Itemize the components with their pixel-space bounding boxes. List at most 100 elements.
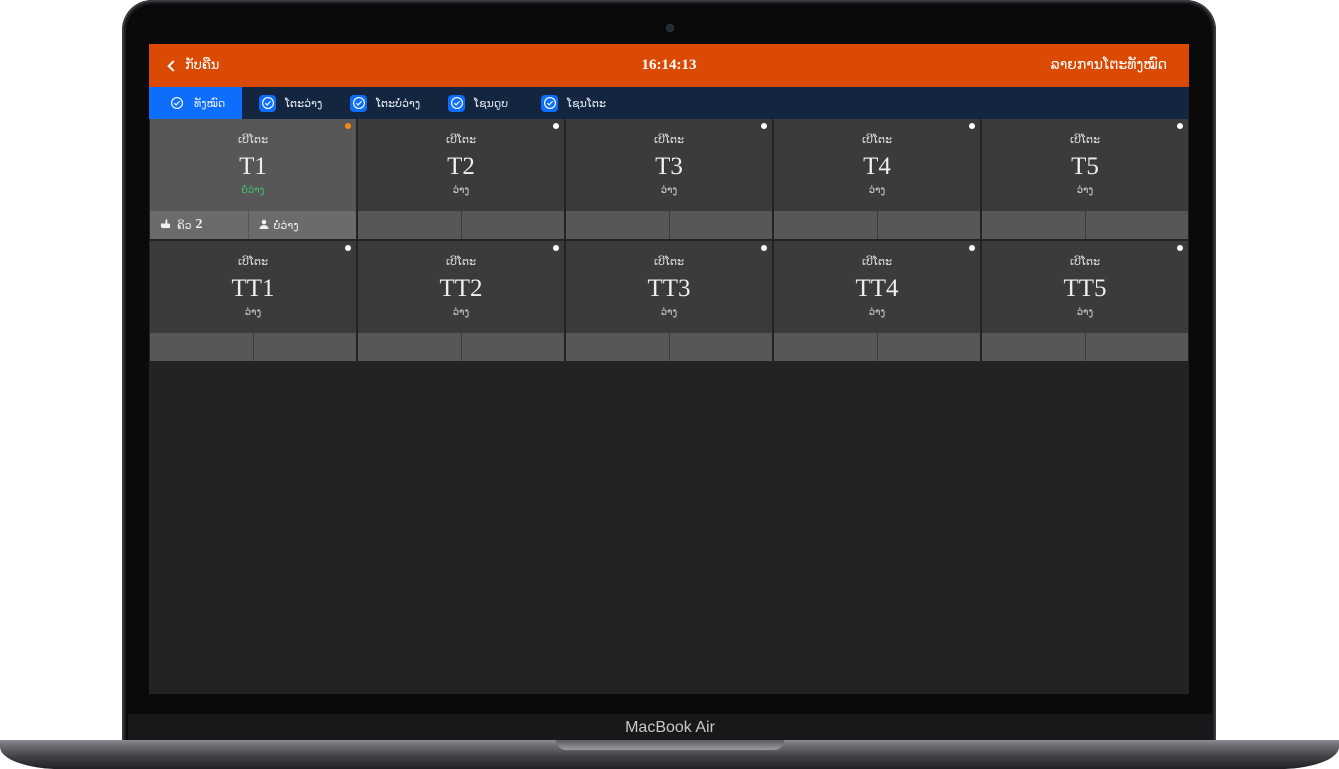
footer-cell[interactable]	[877, 211, 980, 239]
check-circle-icon	[448, 94, 465, 112]
status-dot	[761, 245, 767, 251]
table-number: T1	[239, 153, 267, 180]
check-circle-icon	[259, 94, 276, 112]
status-dot	[969, 123, 975, 129]
status-dot	[761, 123, 767, 129]
table-number: T5	[1071, 153, 1099, 180]
table-number: T4	[863, 153, 891, 180]
footer-cell[interactable]	[982, 211, 1086, 239]
page-title: ລາຍການໂຕະທັງໝົດ	[1050, 57, 1167, 73]
laptop-hinge-notch	[556, 740, 784, 750]
table-label: ເບີໂຕະ	[445, 255, 477, 268]
table-number: TT5	[1063, 275, 1107, 302]
status-dot	[345, 245, 351, 251]
table-card-t2[interactable]: ເບີໂຕະ T2 ວ່າງ	[358, 119, 564, 239]
table-label: ເບີໂຕະ	[861, 255, 893, 268]
footer-cell[interactable]	[877, 333, 980, 361]
table-card-tt2[interactable]: ເບີໂຕະ TT2 ວ່າງ	[358, 241, 564, 361]
queue-count: 2	[195, 217, 203, 232]
footer-cell[interactable]	[1085, 333, 1188, 361]
table-card-t5[interactable]: ເບີໂຕະ T5 ວ່າງ	[982, 119, 1188, 239]
table-card-t3[interactable]: ເບີໂຕະ T3 ວ່າງ	[566, 119, 772, 239]
footer-cell[interactable]	[253, 333, 356, 361]
table-card-tt3[interactable]: ເບີໂຕະ TT3 ວ່າງ	[566, 241, 772, 361]
table-footer	[150, 333, 356, 361]
table-status: ວ່າງ	[660, 307, 678, 318]
table-footer	[774, 333, 980, 361]
table-label: ເບີໂຕະ	[861, 133, 893, 146]
app-screen: ກັບຄືນ 16:14:13 ລາຍການໂຕະທັງໝົດ ທັງໝົດ ໂ…	[149, 44, 1189, 694]
status-dot	[1177, 123, 1183, 129]
table-label: ເບີໂຕະ	[653, 255, 685, 268]
table-footer	[566, 333, 772, 361]
tab-label: ໂຊນດູບ	[474, 96, 509, 110]
tab-available[interactable]: ໂຕະວ່າງ	[259, 87, 322, 119]
table-label: ເບີໂຕະ	[237, 133, 269, 146]
clock: 16:14:13	[641, 57, 697, 73]
table-footer	[774, 211, 980, 239]
table-label: ເບີໂຕະ	[1069, 133, 1101, 146]
laptop-frame: ກັບຄືນ 16:14:13 ລາຍການໂຕະທັງໝົດ ທັງໝົດ ໂ…	[0, 0, 1339, 769]
footer-cell[interactable]	[982, 333, 1086, 361]
footer-cell[interactable]	[461, 211, 564, 239]
header-bar: ກັບຄືນ 16:14:13 ລາຍການໂຕະທັງໝົດ	[149, 44, 1189, 87]
footer-cell[interactable]	[774, 211, 878, 239]
queue-button[interactable]: ຄິວ 2	[150, 211, 249, 239]
table-number: TT1	[231, 275, 275, 302]
table-footer	[358, 333, 564, 361]
status-dot	[345, 123, 351, 129]
table-card-t1[interactable]: ເບີໂຕະ T1 ບໍ່ວ່າງ ຄິວ 2 ບໍ່ວ່າງ	[150, 119, 356, 239]
table-label: ເບີໂຕະ	[445, 133, 477, 146]
footer-cell[interactable]	[461, 333, 564, 361]
footer-cell[interactable]	[358, 333, 462, 361]
status-dot	[1177, 245, 1183, 251]
table-card-tt4[interactable]: ເບີໂຕະ TT4 ວ່າງ	[774, 241, 980, 361]
table-footer	[982, 211, 1188, 239]
table-status: ວ່າງ	[868, 307, 886, 318]
footer-cell[interactable]	[669, 211, 772, 239]
tab-zone-2[interactable]: ໂຊນໂຕະ	[541, 87, 606, 119]
table-number: T3	[655, 153, 683, 180]
check-circle-icon	[168, 95, 185, 112]
table-card-t4[interactable]: ເບີໂຕະ T4 ວ່າງ	[774, 119, 980, 239]
status-dot	[553, 123, 559, 129]
table-status: ວ່າງ	[244, 307, 262, 318]
table-status: ບໍ່ວ່າງ	[241, 185, 265, 196]
table-number: TT2	[439, 275, 483, 302]
table-status: ວ່າງ	[1076, 307, 1094, 318]
person-status[interactable]: ບໍ່ວ່າງ	[248, 211, 356, 239]
footer-cell[interactable]	[358, 211, 462, 239]
check-circle-icon	[541, 94, 558, 112]
person-status-label: ບໍ່ວ່າງ	[273, 218, 299, 232]
table-status: ວ່າງ	[452, 307, 470, 318]
tab-label: ທັງໝົດ	[194, 96, 226, 110]
tab-zone-1[interactable]: ໂຊນດູບ	[448, 87, 508, 119]
device-brand: MacBook Air	[625, 719, 715, 736]
footer-cell[interactable]	[1085, 211, 1188, 239]
footer-cell[interactable]	[669, 333, 772, 361]
table-card-tt5[interactable]: ເບີໂຕະ TT5 ວ່າງ	[982, 241, 1188, 361]
table-card-tt1[interactable]: ເບີໂຕະ TT1 ວ່າງ	[150, 241, 356, 361]
table-label: ເບີໂຕະ	[237, 255, 269, 268]
table-number: TT4	[855, 275, 899, 302]
camera-icon	[666, 24, 674, 32]
table-footer: ຄິວ 2 ບໍ່ວ່າງ	[150, 211, 356, 239]
table-footer	[982, 333, 1188, 361]
status-dot	[969, 245, 975, 251]
check-circle-icon	[350, 94, 367, 112]
tab-label: ໂຊນໂຕະ	[567, 96, 606, 110]
tab-occupied[interactable]: ໂຕະບໍ່ວ່າງ	[350, 87, 420, 119]
table-number: T2	[447, 153, 475, 180]
table-footer	[358, 211, 564, 239]
table-status: ວ່າງ	[660, 185, 678, 196]
footer-cell[interactable]	[566, 333, 670, 361]
pointing-hand-icon	[160, 218, 171, 232]
footer-cell[interactable]	[566, 211, 670, 239]
table-status: ວ່າງ	[452, 185, 470, 196]
table-label: ເບີໂຕະ	[1069, 255, 1101, 268]
footer-cell[interactable]	[150, 333, 254, 361]
status-dot	[553, 245, 559, 251]
footer-cell[interactable]	[774, 333, 878, 361]
tab-all[interactable]: ທັງໝົດ	[149, 87, 242, 119]
filter-tabs: ທັງໝົດ ໂຕະວ່າງ ໂຕະບໍ່ວ່າງ ໂຊນດູບ ໂຊນໂຕະ	[149, 87, 1189, 119]
